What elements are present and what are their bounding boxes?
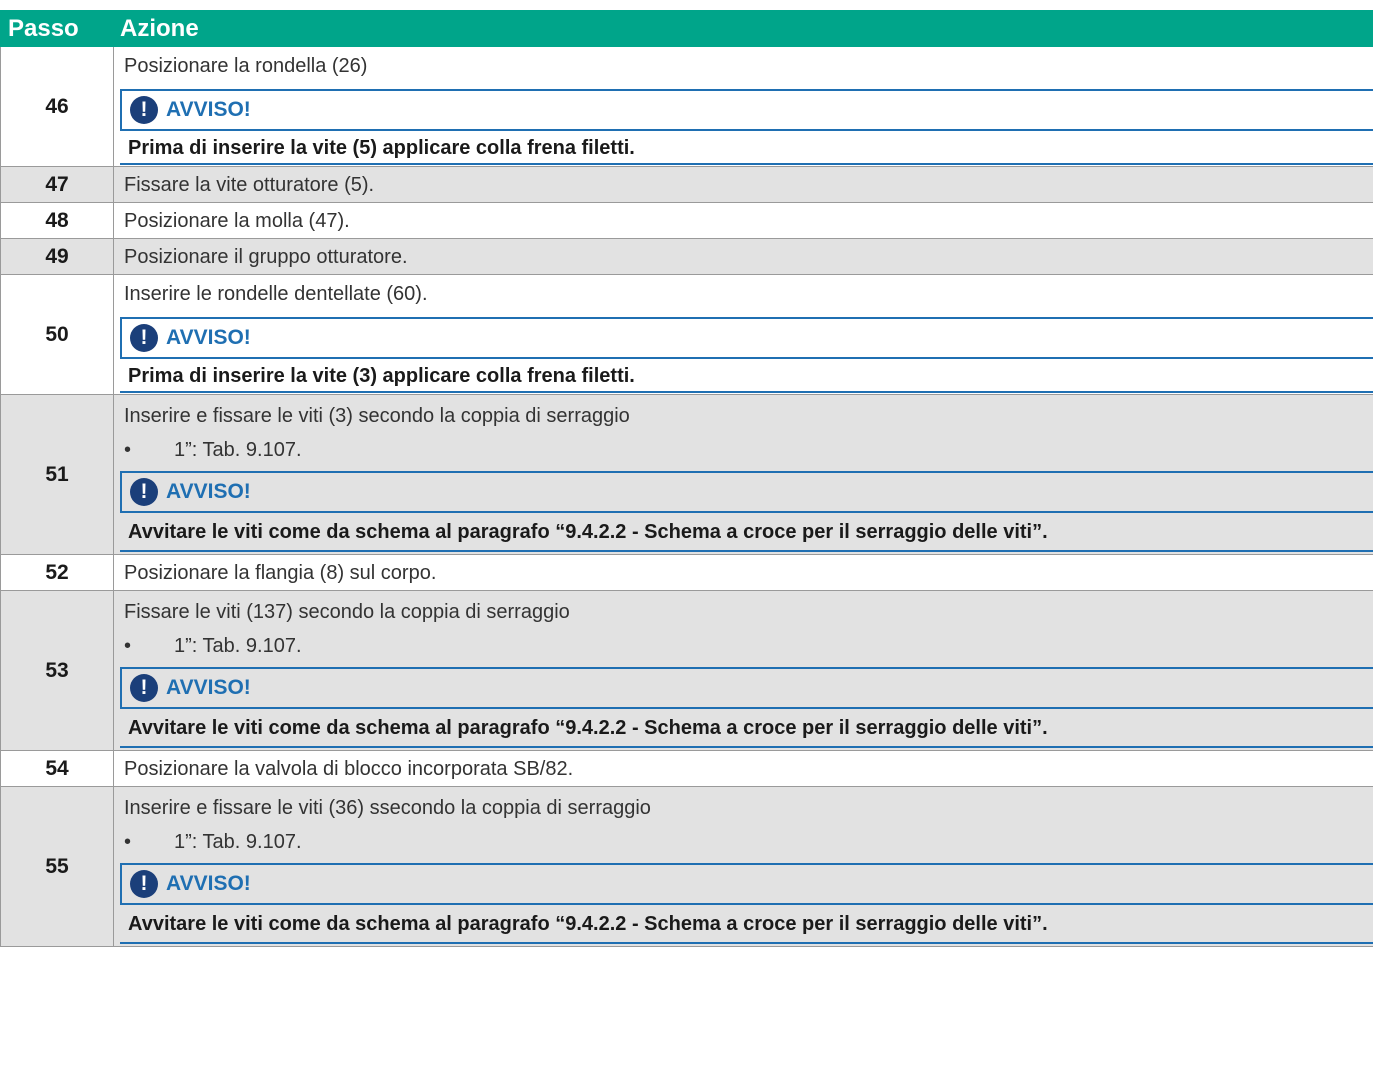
warning-rule xyxy=(120,391,1373,393)
exclamation-icon: ! xyxy=(130,674,158,702)
action-text: Inserire le rondelle dentellate (60). xyxy=(124,283,428,305)
notice-title: AVVISO! xyxy=(166,326,251,349)
step-action: Posizionare la flangia (8) sul corpo. xyxy=(114,555,1373,590)
bullet-text: 1”: Tab. 9.107. xyxy=(174,831,302,853)
notice-title: AVVISO! xyxy=(166,98,251,121)
bullet-item: • 1”: Tab. 9.107. xyxy=(124,635,302,658)
bullet-item: • 1”: Tab. 9.107. xyxy=(124,439,302,462)
notice-box: ! AVVISO! xyxy=(120,667,1373,709)
step-action: Inserire le rondelle dentellate (60). ! … xyxy=(114,275,1373,394)
table-row: 52 Posizionare la flangia (8) sul corpo. xyxy=(0,555,1373,591)
action-text: Posizionare la molla (47). xyxy=(124,210,350,232)
step-action: Inserire e fissare le viti (3) secondo l… xyxy=(114,395,1373,554)
step-action: Inserire e fissare le viti (36) ssecondo… xyxy=(114,787,1373,946)
warning-rule xyxy=(120,163,1373,165)
exclamation-icon: ! xyxy=(130,96,158,124)
step-number: 54 xyxy=(0,751,114,786)
table-row: 50 Inserire le rondelle dentellate (60).… xyxy=(0,275,1373,395)
action-text: Posizionare la valvola di blocco incorpo… xyxy=(124,758,574,780)
header-action: Azione xyxy=(120,14,199,42)
action-text: Fissare la vite otturatore (5). xyxy=(124,174,375,196)
action-text: Fissare le viti (137) secondo la coppia … xyxy=(124,601,570,623)
step-number: 48 xyxy=(0,203,114,238)
warning-text: Avvitare le viti come da schema al parag… xyxy=(128,913,1048,935)
exclamation-icon: ! xyxy=(130,870,158,898)
step-action: Posizionare la rondella (26) ! AVVISO! P… xyxy=(114,47,1373,166)
warning-text: Prima di inserire la vite (5) applicare … xyxy=(128,137,635,159)
table-row: 46 Posizionare la rondella (26) ! AVVISO… xyxy=(0,47,1373,167)
bullet-text: 1”: Tab. 9.107. xyxy=(174,635,302,657)
notice-box: ! AVVISO! xyxy=(120,863,1373,905)
header-step: Passo xyxy=(8,14,79,42)
step-number: 51 xyxy=(0,395,114,554)
warning-text: Avvitare le viti come da schema al parag… xyxy=(128,521,1048,543)
step-action: Posizionare la valvola di blocco incorpo… xyxy=(114,751,1373,786)
table-row: 53 Fissare le viti (137) secondo la copp… xyxy=(0,591,1373,751)
step-action: Fissare le viti (137) secondo la coppia … xyxy=(114,591,1373,750)
exclamation-icon: ! xyxy=(130,478,158,506)
notice-box: ! AVVISO! xyxy=(120,471,1373,513)
notice-title: AVVISO! xyxy=(166,480,251,503)
step-action: Posizionare la molla (47). xyxy=(114,203,1373,238)
step-number: 47 xyxy=(0,167,114,202)
notice-box: ! AVVISO! xyxy=(120,89,1373,131)
table-row: 48 Posizionare la molla (47). xyxy=(0,203,1373,239)
exclamation-icon: ! xyxy=(130,324,158,352)
bullet-text: 1”: Tab. 9.107. xyxy=(174,439,302,461)
table-row: 54 Posizionare la valvola di blocco inco… xyxy=(0,751,1373,787)
table-row: 55 Inserire e fissare le viti (36) sseco… xyxy=(0,787,1373,947)
step-number: 50 xyxy=(0,275,114,394)
action-text: Posizionare il gruppo otturatore. xyxy=(124,246,408,268)
step-number: 49 xyxy=(0,239,114,274)
warning-text: Avvitare le viti come da schema al parag… xyxy=(128,717,1048,739)
table-row: 49 Posizionare il gruppo otturatore. xyxy=(0,239,1373,275)
action-text: Inserire e fissare le viti (3) secondo l… xyxy=(124,405,630,427)
warning-rule xyxy=(120,942,1373,944)
warning-text: Prima di inserire la vite (3) applicare … xyxy=(128,365,635,387)
step-number: 53 xyxy=(0,591,114,750)
step-number: 55 xyxy=(0,787,114,946)
notice-box: ! AVVISO! xyxy=(120,317,1373,359)
action-text: Inserire e fissare le viti (36) ssecondo… xyxy=(124,797,651,819)
table-header: Passo Azione xyxy=(0,10,1373,47)
action-text: Posizionare la rondella (26) xyxy=(124,55,368,77)
table-row: 47 Fissare la vite otturatore (5). xyxy=(0,167,1373,203)
notice-title: AVVISO! xyxy=(166,676,251,699)
bullet-item: • 1”: Tab. 9.107. xyxy=(124,831,302,854)
step-action: Fissare la vite otturatore (5). xyxy=(114,167,1373,202)
warning-rule xyxy=(120,550,1373,552)
warning-rule xyxy=(120,746,1373,748)
step-action: Posizionare il gruppo otturatore. xyxy=(114,239,1373,274)
bullet-dot: • xyxy=(124,439,132,461)
procedure-table: Passo Azione 46 Posizionare la rondella … xyxy=(0,10,1373,947)
table-row: 51 Inserire e fissare le viti (3) second… xyxy=(0,395,1373,555)
step-number: 46 xyxy=(0,47,114,166)
bullet-dot: • xyxy=(124,635,132,657)
bullet-dot: • xyxy=(124,831,132,853)
action-text: Posizionare la flangia (8) sul corpo. xyxy=(124,562,437,584)
notice-title: AVVISO! xyxy=(166,872,251,895)
step-number: 52 xyxy=(0,555,114,590)
